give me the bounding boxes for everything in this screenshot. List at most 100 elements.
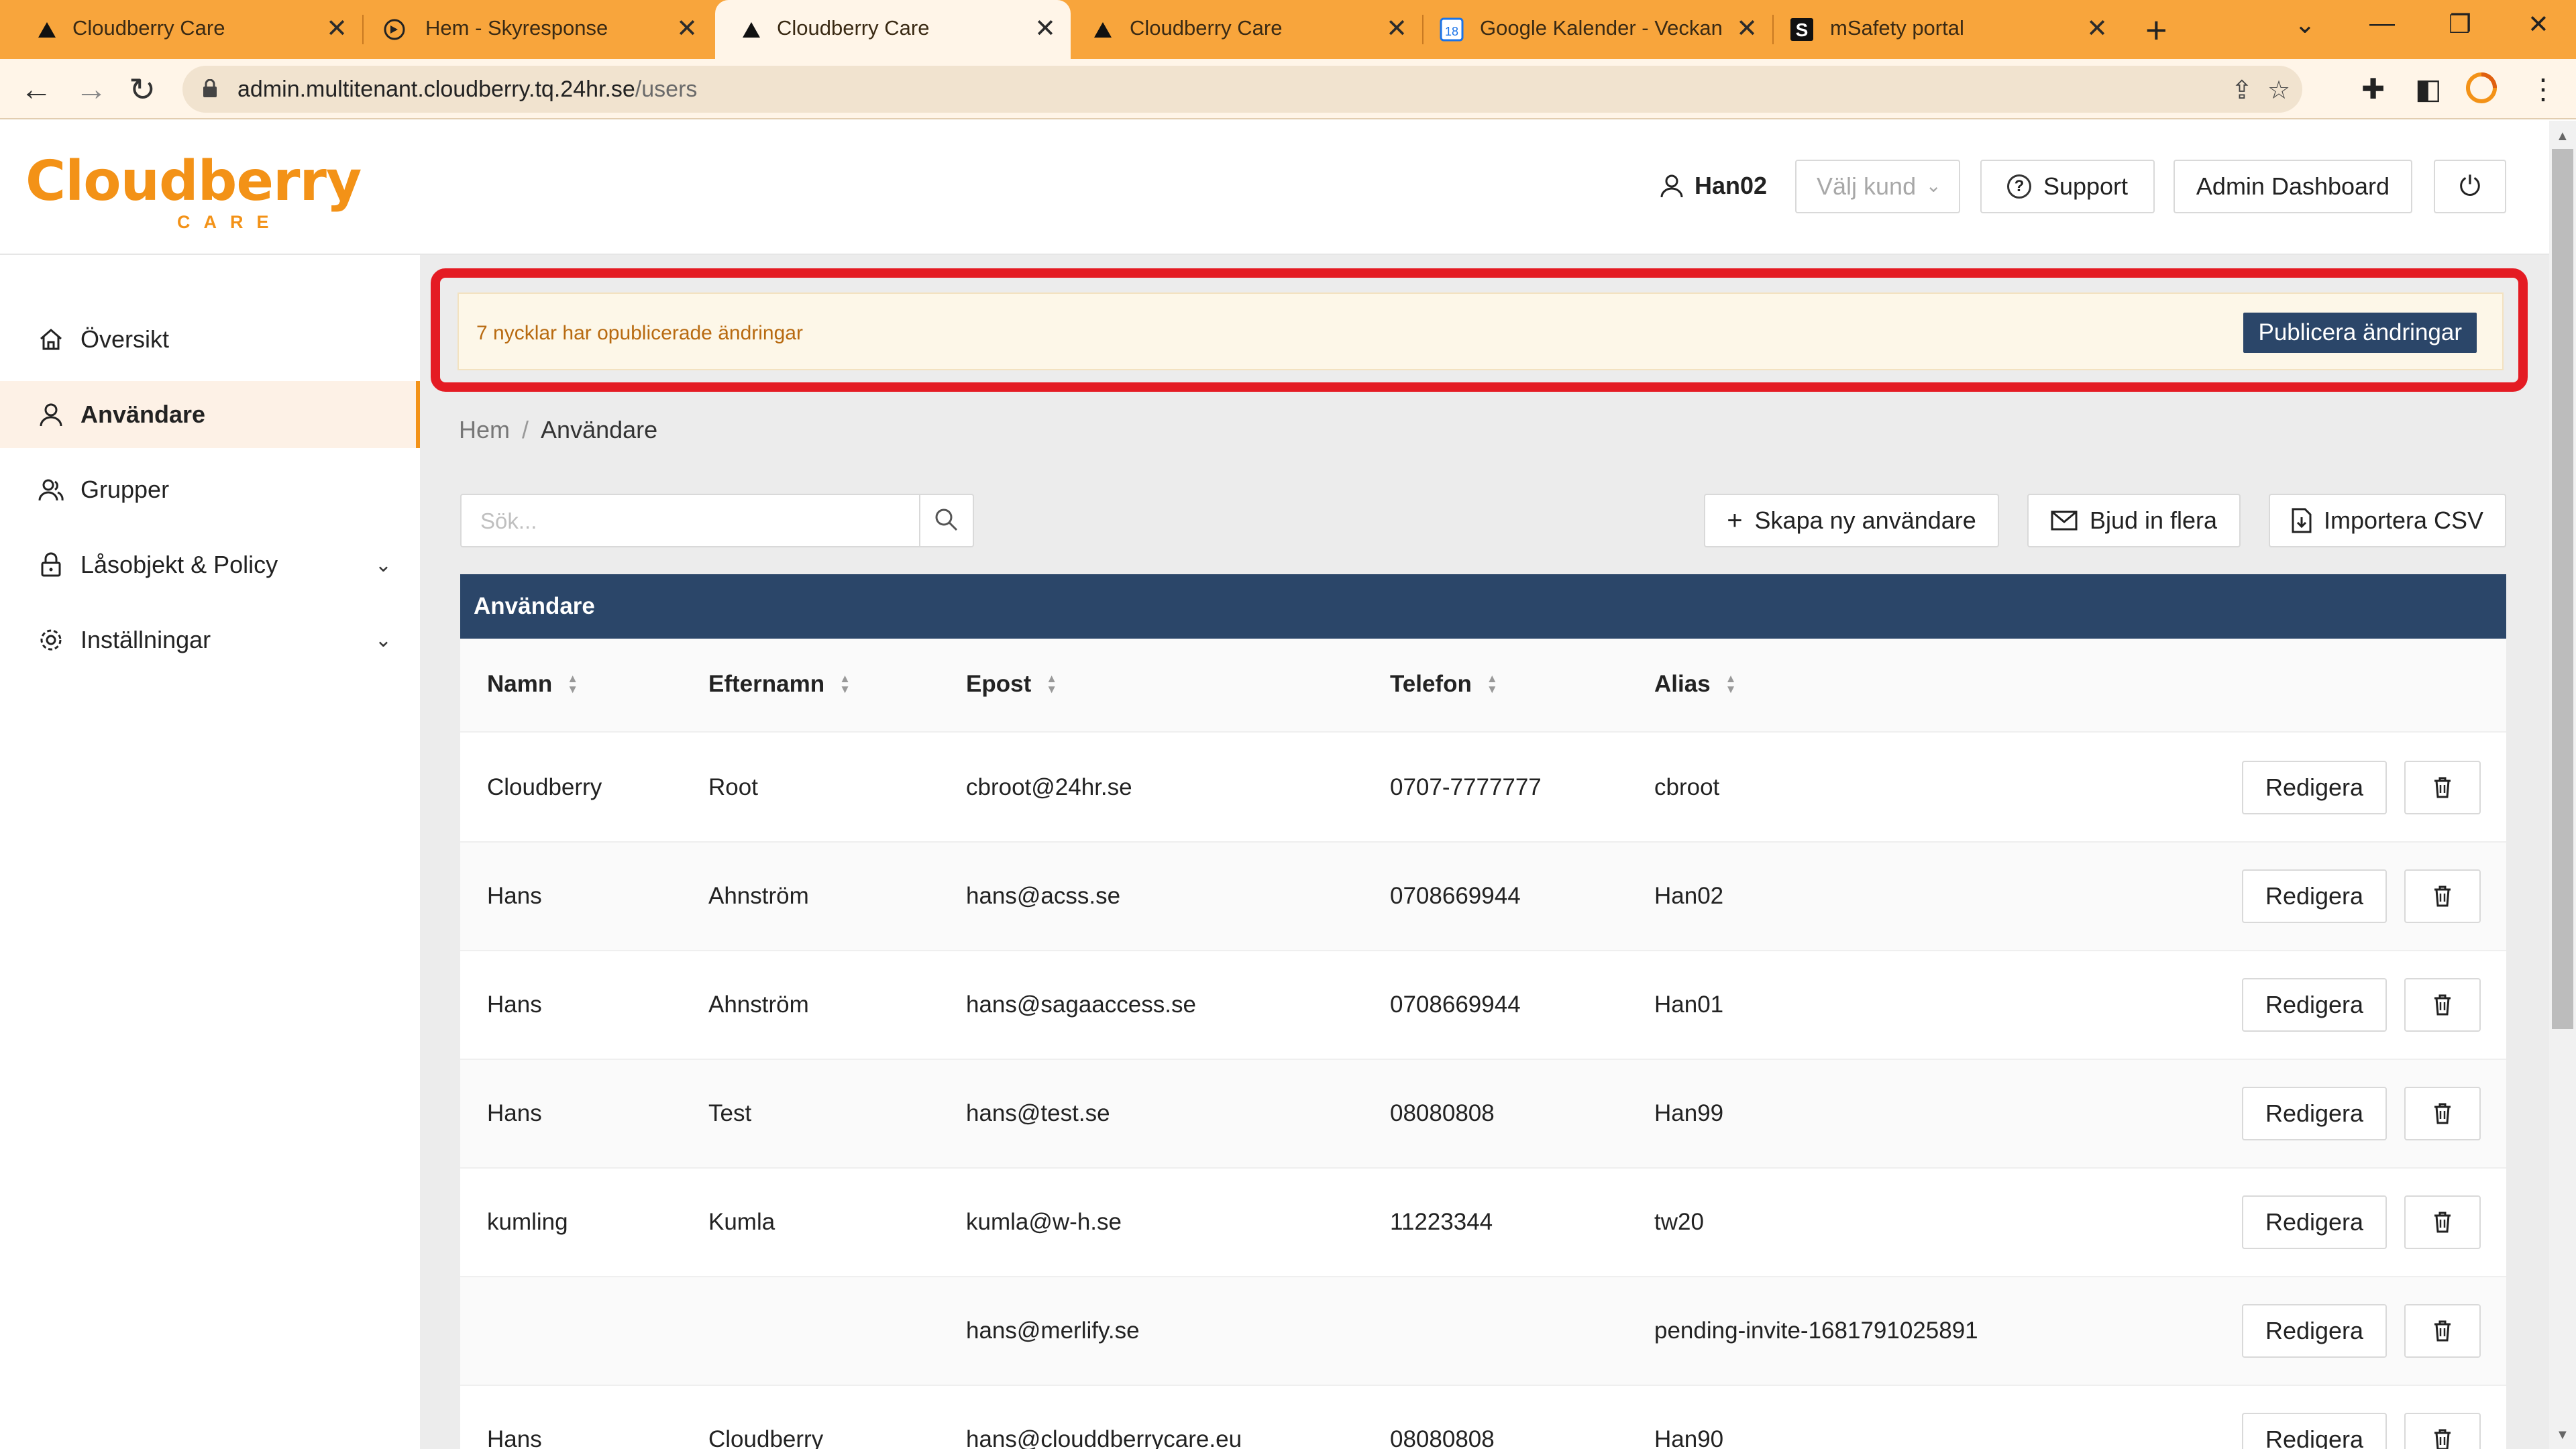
browser-tab[interactable]: Cloudberry Care ✕: [1073, 0, 1422, 59]
file-import-icon: [2292, 508, 2312, 533]
trash-icon: [2434, 1212, 2451, 1233]
logout-button[interactable]: ⏻: [2434, 160, 2506, 213]
sort-icon[interactable]: ▲ ▼: [1046, 673, 1057, 695]
edit-button[interactable]: Redigera: [2242, 978, 2387, 1032]
admin-dashboard-button[interactable]: Admin Dashboard: [2174, 160, 2412, 213]
cell-telefon: 0708669944: [1390, 883, 1521, 909]
sort-icon[interactable]: ▲ ▼: [839, 673, 851, 695]
column-header-alias[interactable]: Alias ▲ ▼: [1654, 671, 1736, 698]
delete-button[interactable]: [2404, 869, 2481, 923]
cell-alias: cbroot: [1654, 774, 1720, 800]
sort-icon[interactable]: ▲ ▼: [567, 673, 578, 695]
edit-button[interactable]: Redigera: [2242, 1304, 2387, 1358]
restore-icon[interactable]: ❐: [2449, 9, 2471, 40]
column-headers: Namn ▲ ▼ Efternamn ▲ ▼ Epost ▲ ▼ Telefon ▲ ▼ Ali…: [460, 639, 2506, 733]
column-header-epost[interactable]: Epost ▲ ▼: [966, 671, 1057, 698]
import-csv-button[interactable]: Importera CSV: [2269, 494, 2506, 547]
side-panel-icon[interactable]: ◧: [2415, 72, 2442, 105]
scroll-down-arrow-icon[interactable]: ▼: [2556, 1428, 2569, 1443]
table-row: Hans Cloudberry hans@clouddberrycare.eu 080…: [460, 1386, 2506, 1449]
delete-button[interactable]: [2404, 1304, 2481, 1358]
delete-button[interactable]: [2404, 1087, 2481, 1140]
edit-button[interactable]: Redigera: [2242, 1195, 2387, 1249]
cell-namn: Hans: [487, 991, 542, 1018]
cell-telefon: 0708669944: [1390, 991, 1521, 1018]
sidebar-item-lasobjekt-policy[interactable]: Låsobjekt & Policy ⌄: [0, 531, 420, 598]
url-text: admin.multitenant.cloudberry.tq.24hr.se/…: [237, 76, 698, 102]
column-header-namn[interactable]: Namn ▲ ▼: [487, 671, 578, 698]
bookmark-star-icon[interactable]: ☆: [2267, 75, 2290, 105]
customer-select[interactable]: Välj kund ⌄: [1795, 160, 1960, 213]
delete-button[interactable]: [2404, 1195, 2481, 1249]
column-header-telefon[interactable]: Telefon ▲ ▼: [1390, 671, 1498, 698]
close-icon[interactable]: ✕: [1386, 13, 1407, 44]
invite-many-button[interactable]: Bjud in flera: [2027, 494, 2241, 547]
close-icon[interactable]: ✕: [326, 13, 347, 44]
user-icon: [40, 403, 62, 427]
sort-icon[interactable]: ▲ ▼: [1725, 673, 1737, 695]
users-table: Användare Namn ▲ ▼ Efternamn ▲ ▼ Epost ▲ ▼ Tel…: [460, 574, 2506, 1449]
window-close-icon[interactable]: ✕: [2528, 9, 2549, 40]
edit-button[interactable]: Redigera: [2242, 1413, 2387, 1449]
edit-button[interactable]: Redigera: [2242, 869, 2387, 923]
share-icon[interactable]: ⇪: [2231, 75, 2253, 105]
browser-tab[interactable]: S mSafety portal ✕: [1774, 0, 2123, 59]
edit-button[interactable]: Redigera: [2242, 1087, 2387, 1140]
scrollbar-thumb[interactable]: [2552, 149, 2573, 1029]
close-icon[interactable]: ✕: [1736, 13, 1758, 44]
delete-button[interactable]: [2404, 1413, 2481, 1449]
delete-button[interactable]: [2404, 761, 2481, 814]
new-tab-icon[interactable]: +: [2145, 8, 2167, 52]
cell-epost: hans@merlify.se: [966, 1318, 1140, 1344]
cell-epost: hans@acss.se: [966, 883, 1121, 909]
scroll-up-arrow-icon[interactable]: ▲: [2556, 129, 2569, 144]
minimize-icon[interactable]: —: [2369, 9, 2395, 38]
sort-icon[interactable]: ▲ ▼: [1487, 673, 1498, 695]
breadcrumb-home[interactable]: Hem: [459, 416, 510, 443]
close-icon[interactable]: ✕: [1034, 13, 1056, 44]
create-user-button[interactable]: + Skapa ny användare: [1704, 494, 1999, 547]
browser-tab[interactable]: Hem - Skyresponse ✕: [364, 0, 712, 59]
close-icon[interactable]: ✕: [2086, 13, 2108, 44]
edit-button[interactable]: Redigera: [2242, 761, 2387, 814]
sidebar-item-label: Låsobjekt & Policy: [80, 551, 278, 578]
cell-alias: Han90: [1654, 1426, 1724, 1449]
profile-avatar-icon[interactable]: [2466, 72, 2497, 110]
sidebar-item-grupper[interactable]: Grupper: [0, 456, 420, 523]
triangle-logo-icon: [739, 17, 763, 42]
support-button[interactable]: ? Support: [1980, 160, 2155, 213]
browser-menu-icon[interactable]: ⋮: [2529, 72, 2557, 105]
cell-efternamn: Root: [708, 774, 758, 800]
back-arrow-icon[interactable]: ←: [20, 71, 52, 108]
trash-icon: [2434, 994, 2451, 1016]
support-label: Support: [2043, 172, 2129, 200]
table-row: hans@merlify.se pending-invite-1681791025…: [460, 1277, 2506, 1386]
column-header-efternamn[interactable]: Efternamn ▲ ▼: [708, 671, 851, 698]
browser-tab-active[interactable]: Cloudberry Care ✕: [715, 0, 1071, 59]
tab-search-chevron-icon[interactable]: ⌄: [2294, 9, 2316, 40]
sidebar-item-label: Översikt: [80, 325, 170, 353]
search-input[interactable]: Sök...: [460, 494, 974, 547]
delete-button[interactable]: [2404, 978, 2481, 1032]
cell-epost: cbroot@24hr.se: [966, 774, 1132, 800]
close-icon[interactable]: ✕: [676, 13, 698, 44]
url-field[interactable]: admin.multitenant.cloudberry.tq.24hr.se/…: [182, 66, 2302, 113]
sidebar-item-anvandare[interactable]: Användare: [0, 381, 420, 448]
logout-icon: ⏻: [2459, 171, 2481, 201]
browser-tab[interactable]: Cloudberry Care ✕: [0, 0, 362, 59]
reload-icon[interactable]: ↻: [129, 71, 156, 109]
tab-title: Cloudberry Care: [1130, 16, 1283, 40]
cloudberry-logo[interactable]: Cloudberry CARE: [25, 154, 362, 233]
search-button[interactable]: [919, 495, 973, 546]
sidebar-item-oversikt[interactable]: Översikt: [0, 306, 420, 373]
cell-namn: kumling: [487, 1209, 568, 1235]
customer-select-placeholder: Välj kund: [1817, 172, 1917, 200]
sidebar-item-label: Användare: [80, 400, 206, 428]
current-user[interactable]: Han02: [1658, 172, 1767, 200]
browser-tab[interactable]: 18 Google Kalender - Veckan ✕: [1424, 0, 1772, 59]
extensions-puzzle-icon[interactable]: ✚: [2361, 72, 2385, 105]
mail-icon: [2051, 511, 2078, 531]
sidebar-item-installningar[interactable]: Inställningar ⌄: [0, 606, 420, 674]
forward-arrow-icon[interactable]: →: [75, 71, 107, 108]
admin-dashboard-label: Admin Dashboard: [2196, 172, 2390, 200]
